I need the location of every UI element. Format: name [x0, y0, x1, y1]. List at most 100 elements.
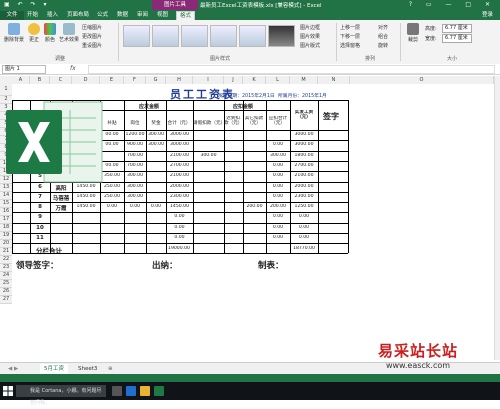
- table-cell-subsidy[interactable]: 250.00: [100, 194, 124, 199]
- row-header-cell[interactable]: 16: [0, 208, 12, 216]
- column-header-cell[interactable]: K: [243, 76, 266, 84]
- table-cell-post[interactable]: 300.00: [124, 194, 146, 199]
- table-cell-post[interactable]: 300.00: [124, 184, 146, 189]
- table-cell-dtotal[interactable]: 0.00: [266, 225, 290, 230]
- tab-view[interactable]: 视图: [154, 11, 171, 20]
- row-header-cell[interactable]: 23: [0, 264, 12, 272]
- table-cell-dtotal[interactable]: 0.00: [266, 194, 290, 199]
- column-header-cell[interactable]: O: [350, 76, 494, 84]
- column-header-cell[interactable]: C: [50, 76, 72, 84]
- tab-data[interactable]: 数据: [114, 11, 131, 20]
- table-cell-name[interactable]: 马蓓蓓: [50, 194, 72, 202]
- quick-access-toolbar[interactable]: ▣ ↶ ↷ ▾: [4, 1, 49, 8]
- picture-layout-button[interactable]: 图片版式: [300, 42, 320, 49]
- table-cell-actual[interactable]: 2700.00: [290, 163, 318, 168]
- picture-border-button[interactable]: 图片边框: [300, 24, 320, 31]
- column-header-cell[interactable]: G: [146, 76, 166, 84]
- table-cell-total[interactable]: 0.00: [166, 225, 193, 230]
- crop-button[interactable]: 裁剪: [404, 23, 422, 43]
- table-cell-post[interactable]: 0.00: [124, 204, 146, 209]
- table-cell-post[interactable]: 1200.00: [124, 132, 146, 137]
- row-header-cell[interactable]: 14: [0, 192, 12, 200]
- window-controls[interactable]: ? ▭ — □ ✕: [409, 1, 496, 8]
- cortana-search-box[interactable]: 我是 Cortana，小娜。有问题尽管问我。: [16, 385, 106, 406]
- row-header-cell[interactable]: 20: [0, 240, 12, 248]
- table-cell-actual[interactable]: 2300.00: [290, 194, 318, 199]
- column-header-cell[interactable]: J: [224, 76, 243, 84]
- picture-style-5[interactable]: [239, 25, 266, 47]
- table-cell-bonus[interactable]: 0.00: [146, 204, 166, 209]
- align-button[interactable]: 对齐: [378, 24, 388, 31]
- function-icon[interactable]: fx: [70, 65, 76, 72]
- table-cell-post[interactable]: 700.00: [124, 163, 146, 168]
- vertical-scrollbar[interactable]: [494, 76, 500, 360]
- table-cell-dtotal[interactable]: 300.00: [266, 153, 290, 158]
- row-header-cell[interactable]: 24: [0, 272, 12, 280]
- row-header-cell[interactable]: 22: [0, 256, 12, 264]
- tab-review[interactable]: 审阅: [134, 11, 151, 20]
- column-header-cell[interactable]: H: [166, 76, 193, 84]
- table-cell-actual[interactable]: 1800.00: [290, 153, 318, 158]
- table-cell-dtotal[interactable]: 0.00: [266, 214, 290, 219]
- picture-style-6[interactable]: [268, 25, 295, 47]
- name-box[interactable]: 图片 1: [2, 65, 46, 74]
- picture-style-2[interactable]: [152, 25, 179, 47]
- add-sheet-button[interactable]: ⊕: [104, 364, 117, 374]
- table-cell-base[interactable]: 1450.00: [72, 194, 100, 199]
- tab-file[interactable]: 文件: [0, 11, 24, 20]
- row-header-cell[interactable]: 21: [0, 248, 12, 256]
- task-view-icon[interactable]: [112, 386, 122, 396]
- table-cell-actual[interactable]: 2100.00: [290, 173, 318, 178]
- table-cell-subsidy[interactable]: 0.00: [100, 204, 124, 209]
- table-cell-dtotal[interactable]: 0.00: [266, 142, 290, 147]
- table-cell-bonus[interactable]: 300.00: [146, 132, 166, 137]
- table-cell-total[interactable]: 2100.00: [166, 173, 193, 178]
- table-cell-post[interactable]: 300.00: [124, 173, 146, 178]
- picture-style-4[interactable]: [210, 25, 237, 47]
- row-header-cell[interactable]: 27: [0, 296, 12, 304]
- table-cell-actual[interactable]: 0.00: [290, 225, 318, 230]
- sheet-nav-arrows[interactable]: ◀ ▶: [4, 364, 22, 374]
- table-cell-post[interactable]: 900.00: [124, 142, 146, 147]
- reset-picture-button[interactable]: 重设图片: [82, 42, 102, 49]
- picture-style-1[interactable]: [123, 25, 150, 47]
- bring-forward-button[interactable]: 上移一层: [340, 24, 360, 31]
- rotate-button[interactable]: 旋转: [378, 42, 388, 49]
- table-cell-actual[interactable]: 3000.00: [290, 132, 318, 137]
- table-cell-no[interactable]: 9: [30, 214, 50, 220]
- row-header-cell[interactable]: 18: [0, 224, 12, 232]
- table-cell-actual[interactable]: 3000.00: [290, 142, 318, 147]
- table-cell-total[interactable]: 0.00: [166, 214, 193, 219]
- column-header-cell[interactable]: A: [12, 76, 30, 84]
- row-header-cell[interactable]: 25: [0, 280, 12, 288]
- group-button[interactable]: 组合: [378, 33, 388, 40]
- formula-input[interactable]: [88, 65, 495, 74]
- sheet-tab-sheet3[interactable]: Sheet3: [74, 364, 101, 374]
- column-header-cell[interactable]: D: [72, 76, 100, 84]
- table-cell-other[interactable]: 200.00: [243, 204, 266, 209]
- table-cell-total[interactable]: 1450.00: [166, 204, 193, 209]
- table-cell-no[interactable]: 8: [30, 204, 50, 210]
- table-cell-dtotal[interactable]: 0.00: [266, 184, 290, 189]
- table-cell-total[interactable]: 3000.00: [166, 142, 193, 147]
- tab-home[interactable]: 开始: [24, 11, 41, 20]
- row-header-cell[interactable]: 15: [0, 200, 12, 208]
- send-backward-button[interactable]: 下移一层: [340, 33, 360, 40]
- table-cell-no[interactable]: 7: [30, 194, 50, 200]
- column-header-cell[interactable]: N: [318, 76, 350, 84]
- compress-pictures-button[interactable]: 压缩图片: [82, 24, 102, 31]
- corrections-button[interactable]: 更正: [26, 23, 42, 43]
- table-cell-actual[interactable]: 2000.00: [290, 184, 318, 189]
- tab-formulas[interactable]: 公式: [94, 11, 111, 20]
- color-button[interactable]: 颜色: [42, 23, 58, 43]
- table-cell-dtotal[interactable]: 0.00: [266, 163, 290, 168]
- height-input[interactable]: 6.77 厘米: [442, 24, 472, 33]
- table-cell-actual[interactable]: 1250.00: [290, 204, 318, 209]
- table-cell-actual[interactable]: 0.00: [290, 235, 318, 240]
- table-cell-no[interactable]: 10: [30, 225, 50, 231]
- table-cell-dtotal[interactable]: 0.00: [266, 173, 290, 178]
- table-cell-total[interactable]: 0.00: [166, 235, 193, 240]
- width-input[interactable]: 6.77 厘米: [442, 34, 472, 43]
- table-cell-name[interactable]: 万霞: [50, 204, 72, 212]
- sign-in-link[interactable]: 登录: [479, 11, 496, 20]
